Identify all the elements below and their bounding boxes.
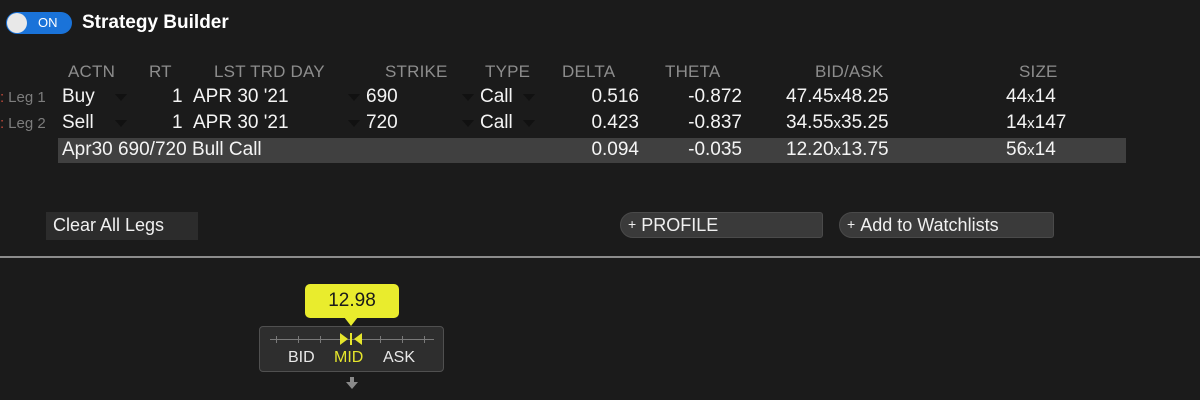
leg-size: 44x14	[1006, 86, 1056, 107]
leg-action[interactable]: Sell	[62, 112, 94, 134]
leg-bid-ask: 47.45x48.25	[786, 86, 889, 107]
leg-bid-ask: 34.55x35.25	[786, 112, 889, 133]
leg-expiry[interactable]: APR 30 '21	[193, 86, 289, 108]
slider-tick	[424, 336, 425, 343]
leg-type[interactable]: Call	[480, 112, 513, 134]
page-title: Strategy Builder	[82, 12, 229, 33]
dropdown-caret-icon[interactable]	[523, 94, 535, 101]
tooltip-pointer-icon	[344, 317, 358, 326]
column-header-delta: DELTA	[562, 62, 616, 81]
slider-label-mid[interactable]: MID	[334, 349, 363, 367]
clear-all-legs-button[interactable]: Clear All Legs	[46, 212, 198, 240]
dropdown-caret-icon[interactable]	[115, 120, 127, 127]
slider-thumb-icon[interactable]	[338, 332, 364, 346]
column-header-strike: STRIKE	[385, 62, 448, 81]
dropdown-caret-icon[interactable]	[462, 94, 474, 101]
dropdown-caret-icon[interactable]	[462, 120, 474, 127]
slider-tick	[380, 336, 381, 343]
plus-icon: +	[847, 216, 856, 232]
leg-size: 14x147	[1006, 112, 1067, 133]
profile-button[interactable]: + PROFILE	[620, 212, 823, 238]
slider-tick	[298, 336, 299, 343]
panel-divider	[0, 256, 1200, 258]
dropdown-caret-icon[interactable]	[348, 94, 360, 101]
leg-action[interactable]: Buy	[62, 86, 95, 108]
dropdown-caret-icon[interactable]	[348, 120, 360, 127]
strategy-delta: 0.094	[591, 139, 639, 160]
column-header-size: SIZE	[1019, 62, 1058, 81]
leg-ratio[interactable]: 1	[172, 112, 183, 134]
column-header-type: TYPE	[485, 62, 531, 81]
dropdown-caret-icon[interactable]	[523, 120, 535, 127]
toggle-label: ON	[38, 15, 58, 30]
plus-icon: +	[628, 216, 637, 232]
strategy-bid-ask: 12.20x13.75	[786, 139, 889, 160]
slider-tick	[276, 336, 277, 343]
down-arrow-icon[interactable]	[346, 382, 358, 389]
toggle-knob	[7, 13, 27, 33]
on-off-toggle[interactable]: ON	[6, 12, 72, 34]
strategy-name: Apr30 690/720 Bull Call	[62, 139, 262, 160]
dropdown-caret-icon[interactable]	[115, 94, 127, 101]
column-header-actn: ACTN	[68, 62, 116, 81]
add-to-watchlists-button[interactable]: + Add to Watchlists	[839, 212, 1054, 238]
leg-theta: -0.837	[688, 112, 742, 133]
leg-delta: 0.423	[591, 112, 639, 133]
leg-type[interactable]: Call	[480, 86, 513, 108]
leg-strike[interactable]: 690	[366, 86, 398, 108]
column-header-rt: RT	[149, 62, 172, 81]
column-header-bid-ask: BID/ASK	[815, 62, 884, 81]
slider-label-bid[interactable]: BID	[288, 349, 315, 367]
slider-tick	[402, 336, 403, 343]
strategy-theta: -0.035	[688, 139, 742, 160]
leg-delta: 0.516	[591, 86, 639, 107]
leg-label: : Leg 2	[0, 115, 46, 132]
leg-strike[interactable]: 720	[366, 112, 398, 134]
leg-label: : Leg 1	[0, 89, 46, 106]
slider-tick	[320, 336, 321, 343]
leg-theta: -0.872	[688, 86, 742, 107]
slider-label-ask[interactable]: ASK	[383, 349, 415, 367]
limit-price-tooltip: 12.98	[305, 284, 399, 318]
strategy-size: 56x14	[1006, 139, 1056, 160]
column-header-lst-trd-day: LST TRD DAY	[214, 62, 325, 81]
column-header-theta: THETA	[665, 62, 721, 81]
leg-expiry[interactable]: APR 30 '21	[193, 112, 289, 134]
leg-ratio[interactable]: 1	[172, 86, 183, 108]
